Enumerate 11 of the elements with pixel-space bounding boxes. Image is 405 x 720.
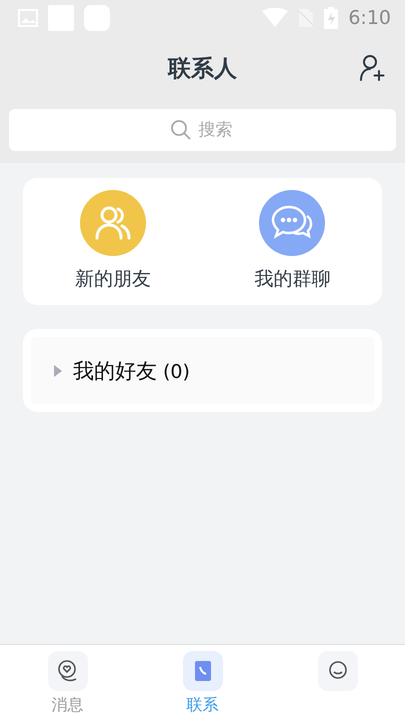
people-icon: [92, 205, 133, 241]
search-field[interactable]: 搜索: [9, 109, 396, 151]
shortcut-button[interactable]: 新的朋友: [23, 178, 202, 305]
battery-icon: [324, 7, 338, 29]
status-time: 6:10: [348, 7, 391, 29]
shortcut-button[interactable]: 我的群聊: [202, 178, 382, 305]
page-title: 联系人: [168, 54, 237, 84]
group-name: 我的好友: [73, 358, 157, 382]
contact-group[interactable]: 我的好友 (0): [31, 337, 374, 404]
group-count: (0): [163, 360, 190, 382]
add-contact-icon[interactable]: [359, 54, 385, 82]
